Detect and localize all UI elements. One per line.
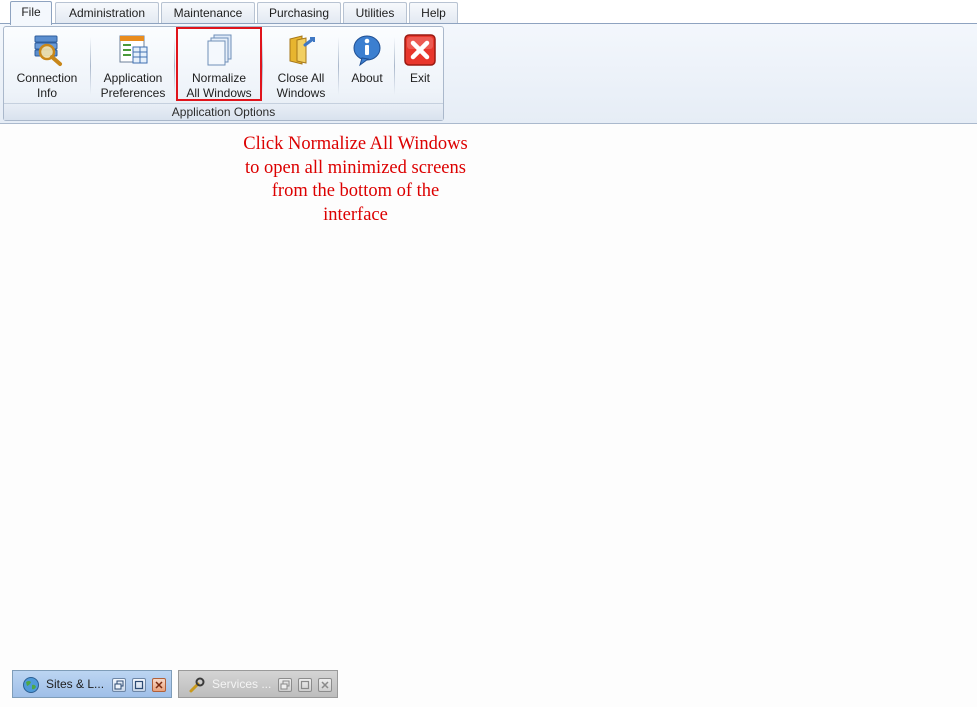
tab-help-label: Help — [421, 6, 446, 20]
tab-utilities[interactable]: Utilities — [343, 2, 407, 23]
application-preferences-label: Application Preferences — [100, 71, 166, 100]
restore-button[interactable] — [112, 678, 126, 692]
minimized-window-services[interactable]: Services ... — [178, 670, 338, 698]
connection-info-icon — [34, 35, 62, 66]
tab-administration[interactable]: Administration — [55, 2, 159, 23]
tab-utilities-label: Utilities — [355, 6, 395, 20]
tab-help[interactable]: Help — [409, 2, 458, 23]
maximize-button[interactable] — [298, 678, 312, 692]
close-button[interactable] — [318, 678, 332, 692]
normalize-highlight-box — [176, 27, 262, 101]
tab-file-label: File — [21, 5, 41, 19]
tab-file[interactable]: File — [10, 1, 52, 25]
about-label: About — [351, 71, 383, 85]
wrench-icon — [189, 677, 205, 693]
tab-maintenance-label: Maintenance — [173, 6, 243, 20]
tab-administration-label: Administration — [68, 6, 146, 20]
preferences-icon — [119, 35, 148, 64]
minimized-window-sites-title: Sites & L... — [46, 677, 105, 691]
exit-icon — [404, 34, 436, 66]
ribbon-separator — [394, 37, 395, 95]
minimized-window-sites[interactable]: Sites & L... — [12, 670, 172, 698]
ribbon-separator — [338, 37, 339, 95]
globe-icon — [23, 677, 39, 693]
connection-info-label: Connection Info — [16, 71, 78, 100]
close-all-windows-button[interactable]: Close All Windows — [266, 29, 336, 104]
tab-maintenance[interactable]: Maintenance — [161, 2, 255, 23]
about-button[interactable]: About — [342, 29, 392, 104]
ribbon-separator — [262, 37, 263, 95]
ribbon-tab-strip: File Administration Maintenance Purchasi… — [0, 0, 977, 25]
application-preferences-button[interactable]: Application Preferences — [96, 29, 170, 104]
minimized-window-services-title: Services ... — [212, 677, 272, 691]
connection-info-button[interactable]: Connection Info — [10, 29, 84, 104]
maximize-button[interactable] — [132, 678, 146, 692]
ribbon-separator — [90, 37, 91, 95]
close-all-windows-label: Close All Windows — [276, 71, 326, 100]
maximize-icon — [134, 680, 144, 690]
group-label: Application Options — [4, 103, 443, 120]
tab-purchasing-label: Purchasing — [268, 6, 330, 20]
close-button[interactable] — [152, 678, 166, 692]
ribbon-separator — [174, 37, 175, 95]
close-all-windows-icon — [289, 35, 315, 65]
exit-label: Exit — [409, 71, 430, 85]
maximize-icon — [300, 680, 310, 690]
tab-purchasing[interactable]: Purchasing — [257, 2, 341, 23]
exit-button[interactable]: Exit — [398, 29, 442, 104]
close-icon — [155, 681, 163, 689]
restore-icon — [114, 680, 124, 690]
restore-button[interactable] — [278, 678, 292, 692]
about-icon — [353, 35, 381, 67]
instruction-annotation: Click Normalize All Windows to open all … — [243, 134, 468, 225]
close-icon — [321, 681, 329, 689]
restore-icon — [280, 680, 290, 690]
